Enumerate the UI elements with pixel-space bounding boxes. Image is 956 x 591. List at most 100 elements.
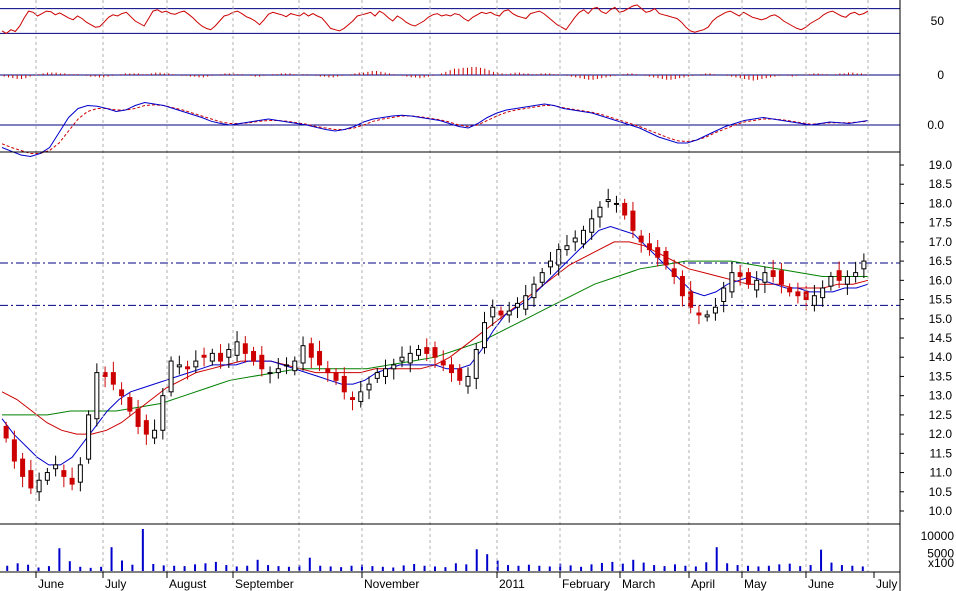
candle-body	[440, 360, 446, 366]
month-label: November	[364, 577, 419, 591]
candle-body	[836, 270, 842, 281]
candle-body	[795, 291, 801, 297]
candle-body	[655, 247, 661, 258]
candle-body	[820, 287, 826, 299]
candle-body	[613, 202, 619, 205]
candle-body	[267, 372, 273, 375]
x-axis: June July August September November 2011 Febru…	[35, 572, 897, 591]
price-tick-label: 17.5	[929, 216, 953, 230]
candle-body	[506, 310, 512, 316]
candle-body	[374, 372, 380, 379]
price-tick-label: 18.5	[929, 177, 953, 191]
stock-chart: 50 0 0.0 10.0 10.5 11.0 11.5 12.0 12.5 13.0 13.…	[0, 0, 954, 591]
month-label: August	[169, 577, 207, 591]
volume-panel: 100005000x100	[6, 529, 954, 571]
candle-body	[127, 397, 133, 412]
price-tick-label: 14.5	[929, 331, 953, 345]
candle-body	[317, 350, 323, 366]
macd-histogram-panel: 0	[0, 67, 944, 82]
candle-body	[102, 372, 108, 377]
candle-body	[36, 479, 42, 493]
macd-signal-line	[1, 104, 869, 154]
candle-body	[663, 251, 669, 266]
candle-body	[490, 306, 496, 318]
candle-body	[168, 360, 174, 393]
candle-body	[251, 350, 257, 362]
candle-body	[185, 366, 191, 370]
month-label: February	[562, 577, 610, 591]
candle-body	[308, 343, 314, 358]
candle-body	[201, 354, 207, 358]
price-panel: 10.0 10.5 11.0 11.5 12.0 12.5 13.0 13.5 14.0 14.5…	[0, 158, 952, 518]
candle-body	[53, 464, 59, 470]
candle-body	[325, 368, 331, 374]
candle-body	[556, 249, 562, 266]
candle-body	[366, 383, 372, 391]
price-tick-label: 11.5	[930, 446, 953, 460]
candle-body	[531, 283, 537, 299]
volume-unit-label: x100	[928, 556, 954, 570]
candle-body	[69, 477, 75, 485]
candle-body	[407, 352, 413, 364]
rsi-line	[1, 4, 869, 35]
histogram-tick-label: 0	[937, 68, 944, 82]
candle-body	[745, 272, 751, 285]
month-label: May	[744, 577, 767, 591]
candle-body	[341, 375, 347, 393]
candle-body	[844, 275, 850, 285]
candle-body	[465, 375, 471, 387]
macd-panel: 0.0	[0, 101, 944, 158]
candle-body	[259, 354, 265, 370]
candle-body	[737, 272, 743, 277]
candle-body	[671, 268, 677, 277]
month-label: March	[622, 577, 655, 591]
candle-body	[284, 364, 290, 367]
candle-body	[209, 352, 215, 362]
candle-body	[300, 345, 306, 364]
candle-body	[152, 429, 158, 439]
month-label: April	[691, 577, 715, 591]
candle-body	[391, 364, 397, 370]
candle-body	[539, 272, 545, 283]
candle-body	[679, 275, 685, 297]
candle-body	[605, 199, 611, 203]
candle-body	[564, 245, 570, 251]
candle-body	[226, 349, 232, 358]
candle-body	[811, 295, 817, 306]
candle-body	[77, 464, 83, 483]
macd-line	[1, 101, 869, 158]
candle-body	[597, 206, 603, 218]
candle-body	[572, 237, 578, 243]
candle-body	[3, 425, 9, 439]
price-tick-label: 15.0	[929, 312, 953, 326]
candle-body	[828, 275, 834, 287]
month-label: 2011	[499, 577, 525, 591]
candle-body	[44, 472, 50, 481]
candle-body	[11, 439, 17, 462]
price-tick-label: 13.5	[929, 369, 953, 383]
candle-body	[721, 287, 727, 302]
candle-body	[110, 372, 116, 385]
candle-body	[193, 360, 199, 368]
month-label: July	[105, 577, 126, 591]
price-tick-label: 12.5	[929, 408, 953, 422]
candle-body	[160, 395, 166, 431]
candle-body	[646, 243, 652, 251]
rsi-tick-label: 50	[931, 14, 945, 28]
candle-body	[416, 349, 422, 356]
candle-body	[514, 302, 520, 308]
candle-body	[754, 279, 760, 291]
candle-body	[333, 372, 339, 381]
price-tick-label: 18.0	[929, 196, 953, 210]
candle-body	[498, 310, 504, 316]
candle-body	[762, 272, 768, 283]
candle-body	[28, 470, 34, 489]
candle-body	[712, 306, 718, 314]
candle-body	[473, 349, 479, 379]
candle-body	[242, 343, 248, 354]
month-label: September	[235, 577, 294, 591]
candle-body	[853, 272, 859, 277]
candle-body	[457, 368, 463, 381]
candle-body	[383, 368, 389, 377]
candle-body	[481, 322, 487, 349]
